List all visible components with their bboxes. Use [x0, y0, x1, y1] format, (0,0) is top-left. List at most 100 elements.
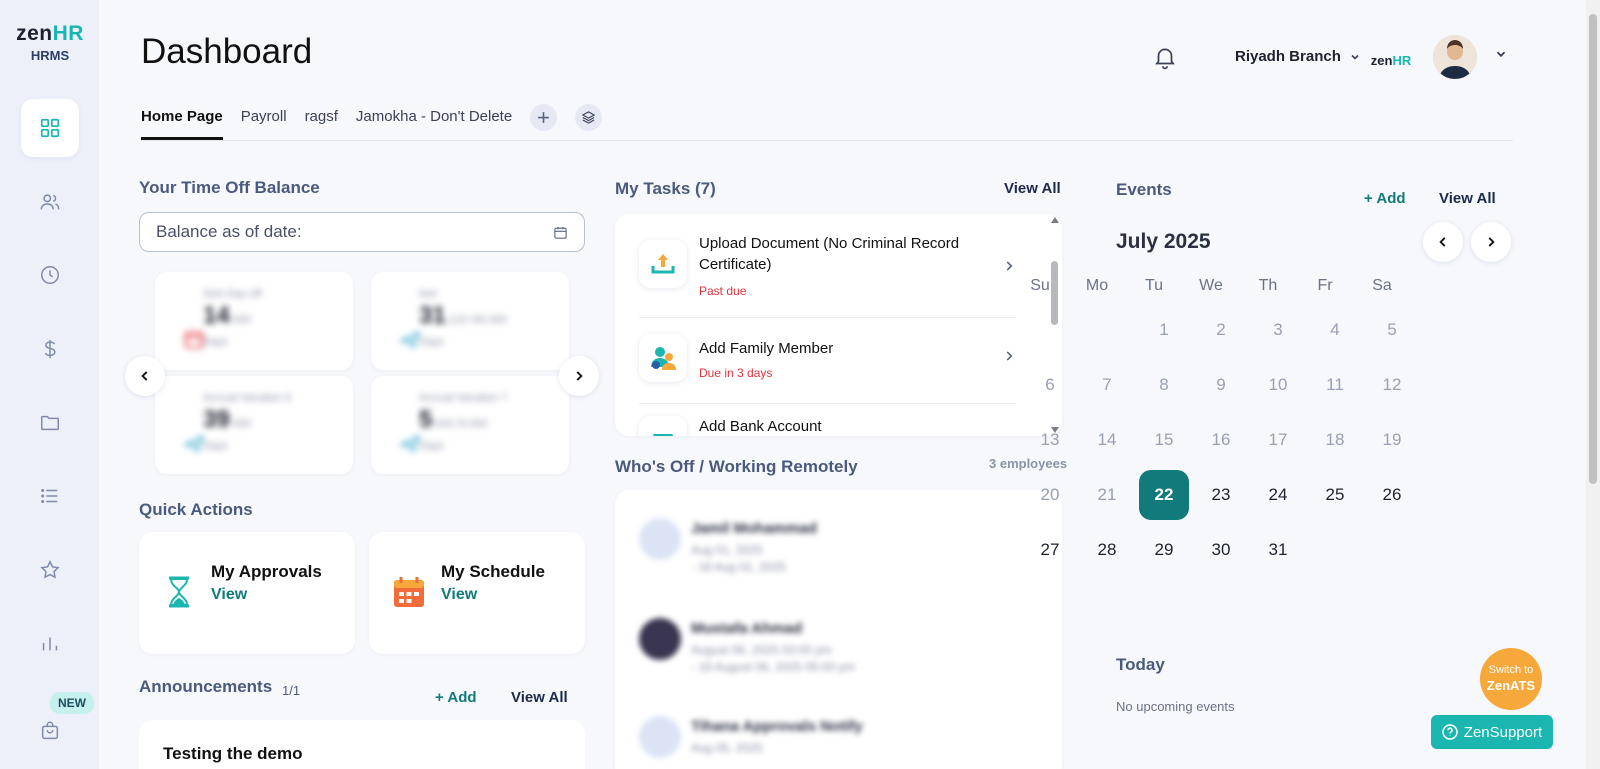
calendar-day[interactable]: 23	[1196, 470, 1246, 520]
calendar-icon	[184, 331, 204, 349]
calendar-icon	[394, 577, 424, 607]
nav-marketplace[interactable]	[21, 702, 79, 760]
calendar-day[interactable]: 2	[1196, 305, 1246, 355]
list-item[interactable]: Tihana Approvals Notify Aug 05, 2025	[639, 712, 1039, 769]
app-logo[interactable]: zenHR HRMS	[14, 22, 86, 63]
announcements-count: 1/1	[282, 683, 301, 698]
calendar-day[interactable]: 3	[1253, 305, 1303, 355]
my-schedule-view-link[interactable]: View	[441, 586, 477, 604]
calendar-prev-button[interactable]	[1423, 222, 1463, 262]
grid-icon	[40, 118, 60, 138]
task-item[interactable]: Upload Document (No Criminal Record Cert…	[639, 214, 1016, 318]
chevron-right-icon[interactable]	[1002, 348, 1016, 364]
balance-card[interactable]: Annual Vacation 7 5.000 /5.000 Days	[371, 376, 569, 474]
calendar-day[interactable]: 29	[1139, 525, 1189, 575]
task-name: Upload Document (No Criminal Record Cert…	[699, 235, 960, 273]
calendar-day[interactable]: 30	[1196, 525, 1246, 575]
add-announcement-button[interactable]: + Add	[435, 689, 477, 706]
calendar-day[interactable]: 11	[1310, 360, 1360, 410]
list-item[interactable]: Mustafa Ahmad August 06, 2025 03:00 pm -…	[639, 614, 1039, 694]
time-off-title: Your Time Off Balance	[139, 178, 320, 197]
nav-attendance[interactable]	[21, 246, 79, 304]
user-menu-toggle[interactable]	[1494, 47, 1508, 66]
my-approvals-view-link[interactable]: View	[211, 586, 247, 604]
calendar-day[interactable]: 4	[1310, 305, 1360, 355]
my-approvals-card[interactable]: My Approvals View	[139, 532, 355, 654]
switch-to-zenats-button[interactable]: Switch to ZenATS	[1480, 648, 1542, 710]
task-item[interactable]: Add Family Member Due in 3 days	[639, 318, 1016, 404]
calendar-day[interactable]: 10	[1253, 360, 1303, 410]
user-avatar[interactable]	[1433, 35, 1477, 79]
calendar-icon[interactable]	[553, 225, 568, 240]
calendar-day[interactable]: 1	[1139, 305, 1189, 355]
page-scrollbar-thumb[interactable]	[1589, 14, 1597, 484]
tasks-list[interactable]: Upload Document (No Criminal Record Cert…	[615, 214, 1062, 436]
nav-people[interactable]	[21, 173, 79, 231]
nav-reports[interactable]	[21, 614, 79, 672]
calendar-day[interactable]: 12	[1367, 360, 1417, 410]
users-icon	[40, 194, 60, 210]
tab-home-page[interactable]: Home Page	[141, 108, 223, 140]
nav-dashboard[interactable]	[21, 99, 79, 157]
calendar-day[interactable]: 28	[1082, 525, 1132, 575]
zensupport-button[interactable]: ZenSupport	[1431, 715, 1553, 749]
task-item[interactable]: Add Bank Account	[639, 404, 1016, 436]
balance-prev-button[interactable]	[125, 356, 165, 396]
employee-dates-end: - 18 Aug 01, 2025	[691, 560, 786, 574]
calendar-day[interactable]: 7	[1082, 360, 1132, 410]
calendar-day[interactable]: 14	[1082, 415, 1132, 465]
balance-card[interactable]: test 31.123 /45.000 Days	[371, 272, 569, 370]
calendar-day[interactable]: 25	[1310, 470, 1360, 520]
calendar-day[interactable]: 20	[1025, 470, 1075, 520]
nav-requests[interactable]	[21, 467, 79, 525]
list-item[interactable]: Jamil Mohammad Aug 01, 2025 - 18 Aug 01,…	[639, 514, 1039, 594]
calendar-day[interactable]: 22	[1139, 470, 1189, 520]
tab-payroll[interactable]: Payroll	[241, 108, 287, 137]
calendar-day[interactable]: 16	[1196, 415, 1246, 465]
balance-card[interactable]: Sick Day off 14.000 Days	[155, 272, 353, 370]
calendar-day[interactable]: 18	[1310, 415, 1360, 465]
my-schedule-card[interactable]: My Schedule View	[369, 532, 585, 654]
chevron-right-icon[interactable]	[1002, 258, 1016, 274]
calendar-day[interactable]: 13	[1025, 415, 1075, 465]
calendar-day[interactable]: 8	[1139, 360, 1189, 410]
balance-unit: Days	[419, 336, 445, 348]
company-logo[interactable]: zen HR	[1367, 40, 1415, 80]
calendar-day[interactable]: 27	[1025, 525, 1075, 575]
avatar	[639, 716, 681, 758]
company-logo-prefix: zen	[1370, 52, 1393, 68]
tab-ragsf[interactable]: ragsf	[305, 108, 338, 137]
calendar-day[interactable]: 31	[1253, 525, 1303, 575]
announcement-card[interactable]: Testing the demo	[139, 720, 585, 769]
balance-date-input[interactable]: Balance as of date:	[139, 212, 585, 252]
calendar-day[interactable]: 15	[1139, 415, 1189, 465]
calendar-day[interactable]: 6	[1025, 360, 1075, 410]
whos-off-list[interactable]: Jamil Mohammad Aug 01, 2025 - 18 Aug 01,…	[615, 490, 1062, 769]
add-event-button[interactable]: + Add	[1364, 190, 1406, 207]
announcements-view-all-link[interactable]: View All	[511, 689, 568, 706]
balance-next-button[interactable]	[559, 356, 599, 396]
manage-layers-button[interactable]	[575, 104, 603, 131]
tasks-view-all-link[interactable]: View All	[1004, 180, 1061, 197]
calendar-day[interactable]: 26	[1367, 470, 1417, 520]
calendar-day[interactable]: 21	[1082, 470, 1132, 520]
nav-documents[interactable]	[21, 394, 79, 452]
scroll-up-icon[interactable]	[1050, 216, 1060, 224]
add-tab-button[interactable]	[530, 104, 558, 131]
nav-performance[interactable]	[21, 541, 79, 599]
calendar-day[interactable]: 9	[1196, 360, 1246, 410]
calendar-next-button[interactable]	[1471, 222, 1511, 262]
announcements-title: Announcements	[139, 677, 273, 696]
page-scrollbar[interactable]	[1586, 0, 1600, 769]
calendar-day[interactable]: 19	[1367, 415, 1417, 465]
branch-selector[interactable]: Riyadh Branch	[1235, 48, 1361, 65]
events-view-all-link[interactable]: View All	[1439, 190, 1496, 207]
notifications-button[interactable]	[1152, 44, 1178, 70]
calendar-day[interactable]: 17	[1253, 415, 1303, 465]
balance-card[interactable]: Annual Vacation 6 39.000 Days	[155, 376, 353, 474]
calendar-day[interactable]: 5	[1367, 305, 1417, 355]
nav-payroll[interactable]	[21, 320, 79, 378]
announcement-title: Testing the demo	[163, 744, 303, 763]
tab-jamokha[interactable]: Jamokha - Don't Delete	[356, 108, 512, 137]
calendar-day[interactable]: 24	[1253, 470, 1303, 520]
